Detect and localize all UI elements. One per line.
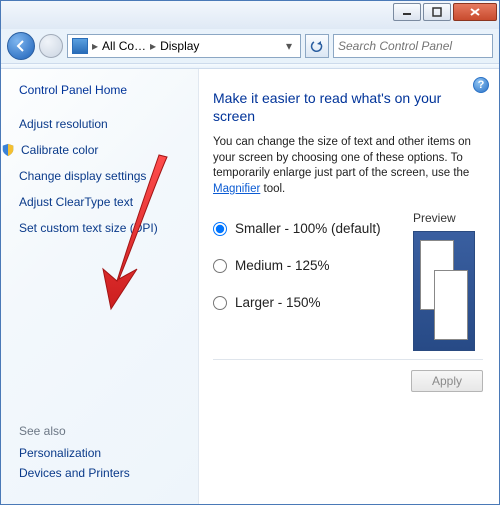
sidebar-item-label: Devices and Printers bbox=[19, 466, 130, 480]
preview-label: Preview bbox=[413, 211, 483, 225]
address-bar: ▸ All Co… ▸ Display ▾ bbox=[1, 29, 499, 63]
chevron-down-icon[interactable]: ▾ bbox=[282, 39, 296, 53]
radio-medium-input[interactable] bbox=[213, 259, 227, 273]
radio-label: Medium - 125% bbox=[235, 258, 330, 273]
apply-row: Apply bbox=[213, 359, 483, 392]
titlebar bbox=[1, 1, 499, 29]
sidebar-item-label: Calibrate color bbox=[21, 143, 98, 157]
sidebar-link-calibrate-color[interactable]: Calibrate color bbox=[1, 143, 188, 157]
sidebar: Control Panel Home Adjust resolution Cal… bbox=[1, 69, 199, 504]
nav-forward-button[interactable] bbox=[39, 34, 63, 58]
sidebar-item-label: Adjust resolution bbox=[19, 117, 108, 131]
desc-text-post: tool. bbox=[260, 183, 285, 195]
maximize-icon bbox=[432, 7, 442, 17]
close-icon bbox=[469, 7, 481, 17]
size-options: Smaller - 100% (default) Medium - 125% L… bbox=[213, 211, 483, 351]
arrow-left-icon bbox=[14, 39, 28, 53]
sidebar-link-adjust-cleartype[interactable]: Adjust ClearType text bbox=[19, 195, 188, 209]
magnifier-link[interactable]: Magnifier bbox=[213, 183, 260, 195]
preview-thumbnail bbox=[413, 231, 475, 351]
sidebar-item-label: Change display settings bbox=[19, 169, 146, 183]
radio-medium[interactable]: Medium - 125% bbox=[213, 258, 403, 273]
maximize-button[interactable] bbox=[423, 3, 451, 21]
breadcrumb[interactable]: ▸ All Co… ▸ Display ▾ bbox=[67, 34, 301, 58]
radio-smaller[interactable]: Smaller - 100% (default) bbox=[213, 221, 403, 236]
chevron-right-icon: ▸ bbox=[148, 39, 158, 53]
breadcrumb-item-allcontrol[interactable]: All Co… bbox=[102, 39, 146, 53]
see-also-header: See also bbox=[19, 424, 188, 438]
sidebar-link-personalization[interactable]: Personalization bbox=[19, 446, 188, 460]
search-box[interactable] bbox=[333, 34, 493, 58]
sidebar-item-label: Personalization bbox=[19, 446, 101, 460]
radio-smaller-input[interactable] bbox=[213, 222, 227, 236]
refresh-button[interactable] bbox=[305, 34, 329, 58]
radio-label: Larger - 150% bbox=[235, 295, 321, 310]
main-panel: ? Make it easier to read what's on your … bbox=[199, 69, 499, 504]
content-area: Control Panel Home Adjust resolution Cal… bbox=[1, 69, 499, 504]
shield-icon bbox=[1, 143, 15, 157]
nav-back-button[interactable] bbox=[7, 32, 35, 60]
sidebar-item-label: Adjust ClearType text bbox=[19, 195, 133, 209]
control-panel-home-link[interactable]: Control Panel Home bbox=[19, 83, 188, 97]
sidebar-link-set-custom-dpi[interactable]: Set custom text size (DPI) bbox=[19, 221, 188, 235]
sidebar-item-label: Set custom text size (DPI) bbox=[19, 221, 158, 235]
minimize-icon bbox=[402, 7, 412, 17]
close-button[interactable] bbox=[453, 3, 497, 21]
page-title: Make it easier to read what's on your sc… bbox=[213, 89, 483, 125]
sidebar-link-change-display-settings[interactable]: Change display settings bbox=[19, 169, 188, 183]
chevron-right-icon: ▸ bbox=[90, 39, 100, 53]
radio-larger-input[interactable] bbox=[213, 296, 227, 310]
refresh-icon bbox=[310, 39, 324, 53]
radio-label: Smaller - 100% (default) bbox=[235, 221, 381, 236]
page-description: You can change the size of text and othe… bbox=[213, 135, 483, 197]
sidebar-link-adjust-resolution[interactable]: Adjust resolution bbox=[19, 117, 188, 131]
control-panel-icon bbox=[72, 38, 88, 54]
search-input[interactable] bbox=[338, 39, 488, 53]
window-frame: ▸ All Co… ▸ Display ▾ Control Panel Home… bbox=[0, 0, 500, 505]
sidebar-link-devices-printers[interactable]: Devices and Printers bbox=[19, 466, 188, 480]
minimize-button[interactable] bbox=[393, 3, 421, 21]
breadcrumb-item-display[interactable]: Display bbox=[160, 39, 199, 53]
help-icon[interactable]: ? bbox=[473, 77, 489, 93]
desc-text: You can change the size of text and othe… bbox=[213, 136, 471, 179]
radio-larger[interactable]: Larger - 150% bbox=[213, 295, 403, 310]
apply-button[interactable]: Apply bbox=[411, 370, 483, 392]
